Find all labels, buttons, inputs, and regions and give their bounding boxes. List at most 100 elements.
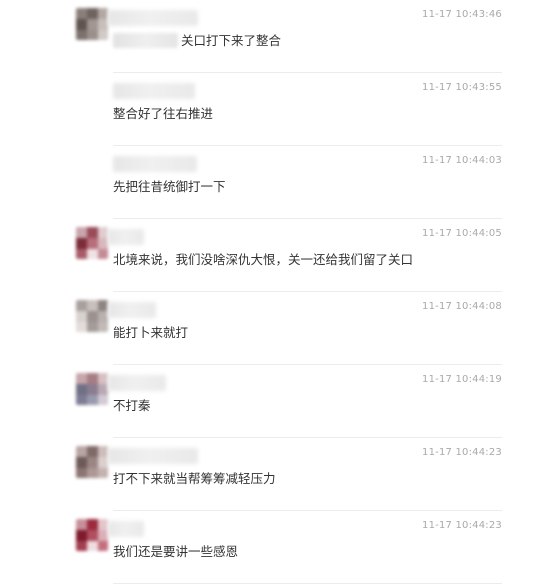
avatar-pixel xyxy=(76,19,87,30)
avatar[interactable] xyxy=(76,519,108,551)
avatar-pixel xyxy=(87,300,98,311)
avatar-pixel xyxy=(98,530,108,541)
message-text: 关口打下来了整合 xyxy=(113,30,281,49)
avatar-pixel xyxy=(76,249,87,259)
message-feed: 11-17 10:43:46 关口打下来了整合 11-17 10:43:55 整… xyxy=(0,0,554,586)
message-timestamp: 11-17 10:44:23 xyxy=(422,520,502,531)
message-body: 打不下来就当帮筹筹减轻压力 xyxy=(113,471,276,486)
avatar-pixel xyxy=(87,227,98,238)
avatar-pixel xyxy=(76,311,87,322)
avatar-pixel xyxy=(87,30,98,40)
message-body: 不打秦 xyxy=(113,398,151,413)
message-timestamp: 11-17 10:44:19 xyxy=(422,374,502,385)
avatar-pixel xyxy=(87,446,98,457)
message-body: 先把往昔统御打一下 xyxy=(113,179,226,194)
avatar-pixel xyxy=(76,468,87,478)
message-body: 我们还是要讲一些感恩 xyxy=(113,544,239,559)
sender-name-redacted xyxy=(108,521,144,537)
avatar-pixel xyxy=(98,19,108,30)
message-timestamp: 11-17 10:43:46 xyxy=(422,9,502,20)
avatar-pixel xyxy=(76,395,87,405)
sender-name-redacted xyxy=(108,448,198,464)
avatar-pixel xyxy=(98,249,108,259)
avatar-pixel xyxy=(98,395,108,405)
avatar[interactable] xyxy=(76,8,108,40)
avatar-pixel xyxy=(76,541,87,551)
message-item: 11-17 10:44:19 不打秦 xyxy=(0,365,554,438)
avatar-pixel xyxy=(98,446,108,457)
avatar-pixel xyxy=(76,322,87,332)
avatar-pixel xyxy=(98,311,108,322)
message-text: 打不下来就当帮筹筹减轻压力 xyxy=(113,468,276,487)
avatar-pixel xyxy=(87,541,98,551)
avatar[interactable] xyxy=(76,446,108,478)
sender-name-redacted xyxy=(108,302,156,318)
avatar-pixel xyxy=(98,468,108,478)
avatar-pixel xyxy=(76,227,87,238)
avatar-pixel xyxy=(76,8,87,19)
avatar-pixel xyxy=(98,322,108,332)
avatar-pixel xyxy=(98,300,108,311)
avatar-pixel xyxy=(87,519,98,530)
avatar-pixel xyxy=(76,30,87,40)
message-text: 不打秦 xyxy=(113,395,151,414)
avatar-pixel xyxy=(87,457,98,468)
message-item: 11-17 10:43:55 整合好了往右推进 xyxy=(0,73,554,146)
message-timestamp: 11-17 10:44:05 xyxy=(422,228,502,239)
avatar-pixel xyxy=(98,457,108,468)
avatar-pixel xyxy=(87,530,98,541)
avatar-pixel xyxy=(87,311,98,322)
message-text: 我们还是要讲一些感恩 xyxy=(113,541,238,560)
message-item: 11-17 10:44:03 先把往昔统御打一下 xyxy=(0,146,554,219)
sender-name-redacted xyxy=(108,10,198,26)
avatar[interactable] xyxy=(76,227,108,259)
avatar-pixel xyxy=(87,395,98,405)
message-text: 整合好了往右推进 xyxy=(113,103,213,122)
message-timestamp: 11-17 10:44:23 xyxy=(422,447,502,458)
avatar-pixel xyxy=(98,8,108,19)
sender-name-redacted xyxy=(113,156,197,172)
avatar-pixel xyxy=(76,384,87,395)
avatar-pixel xyxy=(76,457,87,468)
avatar-pixel xyxy=(98,238,108,249)
message-item: 11-17 10:44:23 打不下来就当帮筹筹减轻压力 xyxy=(0,438,554,511)
avatar-pixel xyxy=(98,373,108,384)
avatar-pixel xyxy=(87,468,98,478)
sender-name-redacted xyxy=(113,83,195,99)
avatar-pixel xyxy=(76,530,87,541)
message-body: 关口打下来了整合 xyxy=(181,33,282,48)
avatar-pixel xyxy=(87,238,98,249)
avatar-pixel xyxy=(87,373,98,384)
avatar-pixel xyxy=(98,227,108,238)
message-item: 11-17 10:44:08 能打卜来就打 xyxy=(0,292,554,365)
avatar-pixel xyxy=(98,384,108,395)
message-text: 先把往昔统御打一下 xyxy=(113,176,226,195)
avatar-pixel xyxy=(87,249,98,259)
avatar-pixel xyxy=(98,519,108,530)
avatar-pixel xyxy=(87,8,98,19)
avatar-pixel xyxy=(76,373,87,384)
avatar-pixel xyxy=(98,30,108,40)
message-item: 11-17 10:44:23 我们还是要讲一些感恩 xyxy=(0,511,554,584)
message-body: 能打卜来就打 xyxy=(113,325,189,340)
avatar-pixel xyxy=(76,519,87,530)
avatar-pixel xyxy=(87,322,98,332)
avatar-pixel xyxy=(98,541,108,551)
sender-name-redacted xyxy=(108,375,166,391)
avatar-pixel xyxy=(76,238,87,249)
message-item: 11-17 10:44:05 北境来说，我们没啥深仇大恨，关一还给我们留了关口 xyxy=(0,219,554,292)
message-item: 11-17 10:43:46 关口打下来了整合 xyxy=(0,0,554,73)
avatar-pixel xyxy=(76,446,87,457)
avatar[interactable] xyxy=(76,373,108,405)
message-body: 北境来说，我们没啥深仇大恨，关一还给我们留了关口 xyxy=(113,252,414,267)
message-timestamp: 11-17 10:44:08 xyxy=(422,301,502,312)
message-body: 整合好了往右推进 xyxy=(113,106,214,121)
message-text: 能打卜来就打 xyxy=(113,322,188,341)
avatar[interactable] xyxy=(76,300,108,332)
message-divider xyxy=(113,583,502,584)
avatar-pixel xyxy=(76,300,87,311)
avatar-pixel xyxy=(87,384,98,395)
sender-name-redacted xyxy=(108,229,144,245)
message-text: 北境来说，我们没啥深仇大恨，关一还给我们留了关口 xyxy=(113,249,413,268)
redacted-mention xyxy=(113,33,178,48)
